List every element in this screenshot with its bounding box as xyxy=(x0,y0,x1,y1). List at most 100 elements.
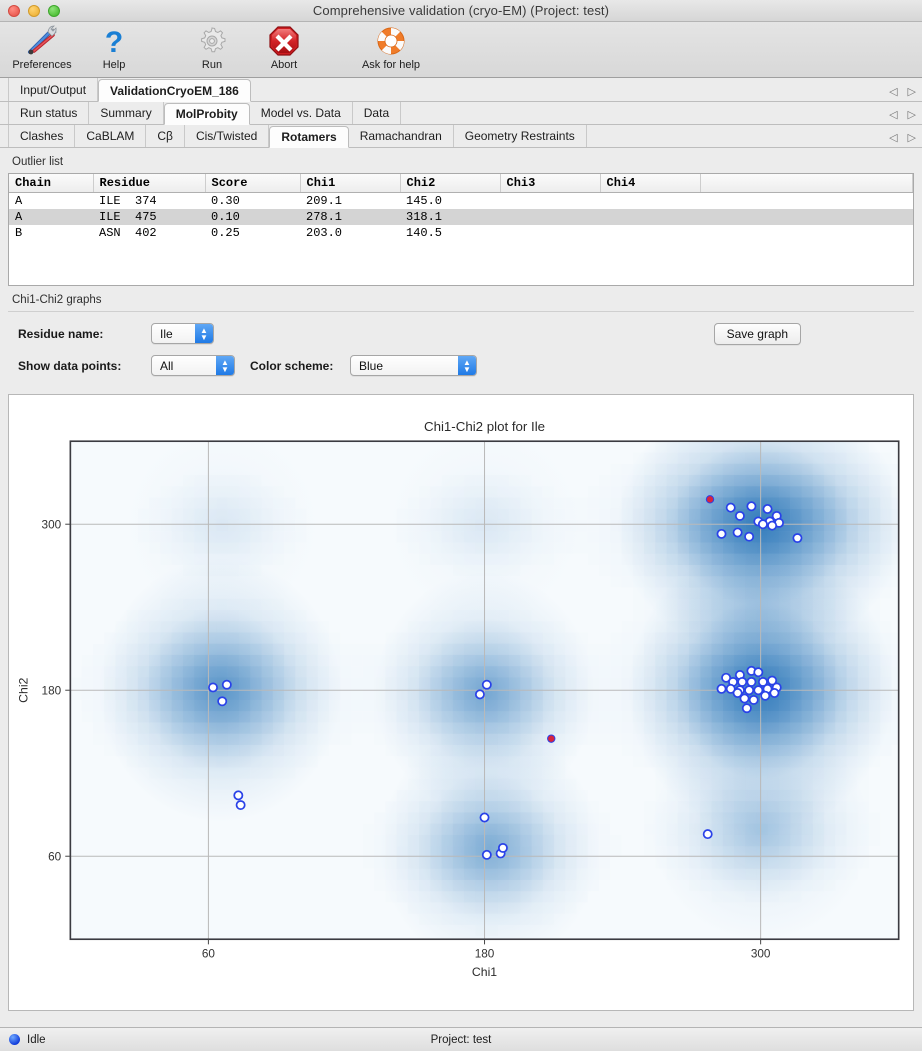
column-header-chi4[interactable]: Chi4 xyxy=(600,174,700,193)
application-window: Comprehensive validation (cryo-EM) (Proj… xyxy=(0,0,922,1051)
show-data-points-label: Show data points: xyxy=(18,359,151,373)
tabbar-level1-prev-icon[interactable]: ◁ xyxy=(889,85,897,98)
outlier-list-title: Outlier list xyxy=(8,156,914,168)
show-data-points-row: Show data points: All ▲▼ Color scheme: B… xyxy=(18,352,914,379)
toolbar-help-label: Help xyxy=(103,59,126,71)
chevron-updown-icon[interactable]: ▲▼ xyxy=(216,356,234,375)
toolbar-help-button[interactable]: ? Help xyxy=(78,24,150,76)
tab-run-status[interactable]: Run status xyxy=(8,102,89,124)
run-gear-icon xyxy=(196,24,228,58)
toolbar-ask-for-help-label: Ask for help xyxy=(362,59,420,71)
tabbar-level2-prev-icon[interactable]: ◁ xyxy=(889,108,897,121)
tabbar-level3-prev-icon[interactable]: ◁ xyxy=(889,131,897,144)
tab-data[interactable]: Data xyxy=(353,102,401,124)
cell-score: 0.30 xyxy=(205,193,300,210)
outlier-list-group: Outlier list Chain Residue Score Chi1 xyxy=(8,156,914,286)
column-header-score[interactable]: Score xyxy=(205,174,300,193)
chi1-chi2-plot[interactable]: Chi1-Chi2 plot for Ile 60 180 300 60 180 300 Ch… xyxy=(9,395,913,1010)
table-row[interactable]: A ILE 475 0.10 278.1 318.1 xyxy=(9,209,913,225)
tabbar-level1-next-icon[interactable]: ▷ xyxy=(908,85,916,98)
tab-validationcryoem-186[interactable]: ValidationCryoEM_186 xyxy=(98,79,251,102)
residue-name-label: Residue name: xyxy=(18,327,151,341)
cell-residue: ILE 374 xyxy=(93,193,205,210)
svg-text:?: ? xyxy=(105,26,123,57)
lifebuoy-icon xyxy=(375,24,407,58)
color-scheme-select[interactable]: Blue ▲▼ xyxy=(350,355,477,376)
toolbar-run-button[interactable]: Run xyxy=(176,24,248,76)
cell-residue: ILE 475 xyxy=(93,209,205,225)
plot-title: Chi1-Chi2 plot for Ile xyxy=(424,419,545,434)
column-header-chain[interactable]: Chain xyxy=(9,174,93,193)
tabbar-level2-arrows[interactable]: ◁ ▷ xyxy=(889,108,916,121)
column-header-chi3[interactable]: Chi3 xyxy=(500,174,600,193)
tab-molprobity[interactable]: MolProbity xyxy=(164,103,250,125)
title-bar: Comprehensive validation (cryo-EM) (Proj… xyxy=(0,0,922,22)
chi1-chi2-graphs-group: Chi1-Chi2 graphs Residue name: Ile ▲▼ Sa… xyxy=(8,294,914,1019)
column-header-chi2[interactable]: Chi2 xyxy=(400,174,500,193)
tabbar-level3-arrows[interactable]: ◁ ▷ xyxy=(889,131,916,144)
column-header-spacer xyxy=(700,174,913,193)
status-bar: Idle Project: test xyxy=(0,1027,922,1051)
residue-name-row: Residue name: Ile ▲▼ Save graph xyxy=(18,320,914,347)
y-tick-label: 60 xyxy=(48,850,62,863)
chi1-chi2-graphs-title: Chi1-Chi2 graphs xyxy=(8,294,914,306)
save-graph-button[interactable]: Save graph xyxy=(714,323,801,345)
cell-chi4 xyxy=(600,209,700,225)
tabbar-level3-next-icon[interactable]: ▷ xyxy=(908,131,916,144)
y-tick-label: 180 xyxy=(42,684,62,697)
chi1-chi2-graphs-box: Residue name: Ile ▲▼ Save graph Show dat… xyxy=(8,311,914,1019)
cell-residue: ASN 402 xyxy=(93,225,205,241)
x-tick-label: 60 xyxy=(202,948,216,961)
cell-chain: B xyxy=(9,225,93,241)
cell-chi2: 140.5 xyxy=(400,225,500,241)
tabbar-level1: Input/Output ValidationCryoEM_186 ◁ ▷ xyxy=(0,78,922,102)
cell-chi3 xyxy=(500,209,600,225)
graph-controls: Residue name: Ile ▲▼ Save graph Show dat… xyxy=(8,312,914,394)
outlier-table: Chain Residue Score Chi1 Chi2 Chi3 Chi4 xyxy=(9,174,913,241)
tab-input-output[interactable]: Input/Output xyxy=(8,78,98,101)
tabbar-level3: Clashes CaBLAM Cβ Cis/Twisted Rotamers R… xyxy=(0,125,922,148)
show-data-points-value: All xyxy=(160,359,173,373)
x-tick-label: 300 xyxy=(751,948,771,961)
tabbar-level2-next-icon[interactable]: ▷ xyxy=(908,108,916,121)
tab-geometry-restraints[interactable]: Geometry Restraints xyxy=(454,125,587,147)
column-header-residue[interactable]: Residue xyxy=(93,174,205,193)
table-row[interactable]: B ASN 402 0.25 203.0 140.5 xyxy=(9,225,913,241)
tab-model-vs-data[interactable]: Model vs. Data xyxy=(250,102,353,124)
tab-ramachandran[interactable]: Ramachandran xyxy=(349,125,454,147)
cell-chi1: 278.1 xyxy=(300,209,400,225)
chevron-updown-icon[interactable]: ▲▼ xyxy=(458,356,476,375)
toolbar-abort-button[interactable]: Abort xyxy=(248,24,320,76)
cell-spacer xyxy=(700,225,913,241)
main-toolbar: Preferences ? Help Run xyxy=(0,22,922,78)
outlier-table-container[interactable]: Chain Residue Score Chi1 Chi2 Chi3 Chi4 xyxy=(8,173,914,286)
tab-summary[interactable]: Summary xyxy=(89,102,163,124)
cell-chain: A xyxy=(9,209,93,225)
column-header-chi1[interactable]: Chi1 xyxy=(300,174,400,193)
cell-chain: A xyxy=(9,193,93,210)
tabbar-level2: Run status Summary MolProbity Model vs. … xyxy=(0,102,922,125)
color-scheme-value: Blue xyxy=(359,359,383,373)
x-tick-label: 180 xyxy=(475,948,495,961)
outlier-table-header-row: Chain Residue Score Chi1 Chi2 Chi3 Chi4 xyxy=(9,174,913,193)
cell-chi1: 209.1 xyxy=(300,193,400,210)
tab-cis-twisted[interactable]: Cis/Twisted xyxy=(185,125,269,147)
tab-cablam[interactable]: CaBLAM xyxy=(75,125,146,147)
tab-rotamers[interactable]: Rotamers xyxy=(269,126,348,148)
content-area: Outlier list Chain Residue Score Chi1 xyxy=(0,148,922,1027)
y-tick-label: 300 xyxy=(42,518,62,531)
chevron-updown-icon[interactable]: ▲▼ xyxy=(195,324,213,343)
tab-cbeta[interactable]: Cβ xyxy=(146,125,185,147)
residue-name-select[interactable]: Ile ▲▼ xyxy=(151,323,214,344)
cell-chi4 xyxy=(600,225,700,241)
toolbar-ask-for-help-button[interactable]: Ask for help xyxy=(346,24,436,76)
toolbar-preferences-button[interactable]: Preferences xyxy=(6,24,78,76)
chi1-chi2-plot-card[interactable]: Chi1-Chi2 plot for Ile 60 180 300 60 180 300 Ch… xyxy=(8,394,914,1011)
show-data-points-select[interactable]: All ▲▼ xyxy=(151,355,235,376)
table-row[interactable]: A ILE 374 0.30 209.1 145.0 xyxy=(9,193,913,210)
tabbar-level1-arrows[interactable]: ◁ ▷ xyxy=(889,85,916,98)
abort-stop-icon xyxy=(268,24,300,58)
y-axis-label: Chi2 xyxy=(16,677,30,702)
cell-spacer xyxy=(700,193,913,210)
tab-clashes[interactable]: Clashes xyxy=(8,125,75,147)
